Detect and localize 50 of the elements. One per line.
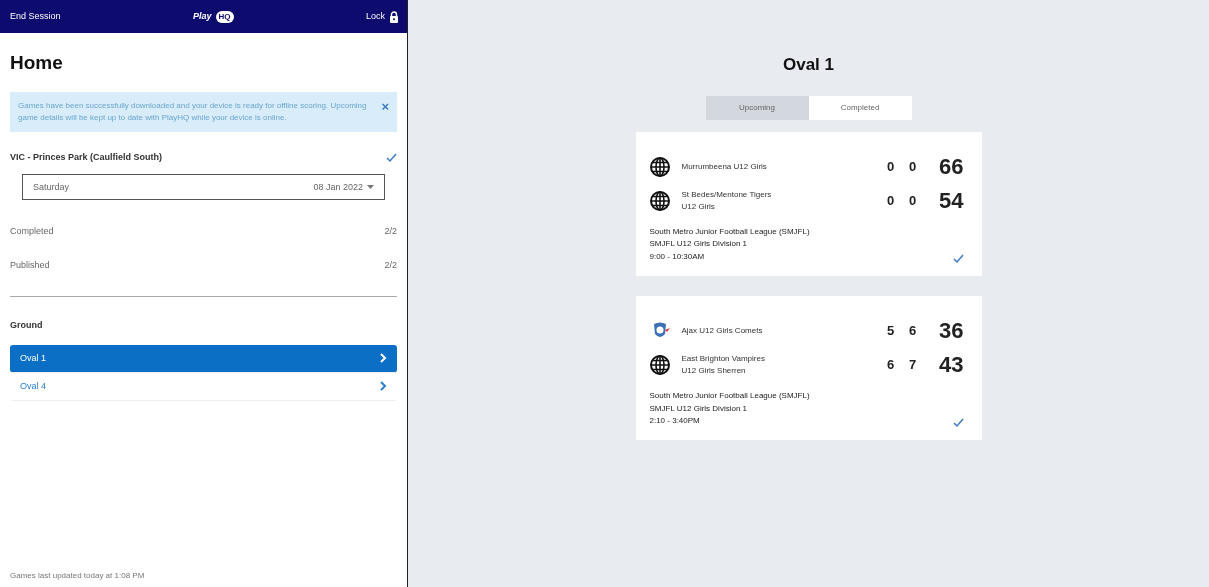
ground-title: Oval 1 bbox=[782, 54, 834, 76]
goals-score: 0 bbox=[885, 191, 896, 210]
chevron-icon bbox=[379, 353, 387, 364]
last-updated-text: Games last updated today at 1:08 PM bbox=[9, 570, 146, 582]
game-card[interactable]: Ajax U12 Girls Comets 5 6 36 East Brighton Vampires U12 Girls Sherren 6 7 43 South Metro Junior Football League (SMJFL) SMJFL U12 Girls Division 1 2:10 - 3:40PM bbox=[635, 295, 982, 441]
lock-icon bbox=[389, 10, 399, 23]
globe-icon bbox=[649, 156, 670, 177]
globe-icon bbox=[649, 354, 670, 375]
league-name: South Metro Junior Football League (SMJFL) bbox=[649, 225, 810, 238]
tab[interactable]: Upcoming bbox=[705, 95, 809, 120]
behinds-score: 6 bbox=[907, 322, 918, 341]
ground-heading: Ground bbox=[9, 319, 44, 333]
logo: Play HQ bbox=[193, 9, 234, 24]
stat-label: Published bbox=[10, 258, 50, 272]
team-name: East Brighton Vampires U12 Girls Sherren bbox=[681, 352, 766, 377]
total-score: 43 bbox=[938, 351, 964, 380]
goals-score: 6 bbox=[885, 356, 896, 375]
behinds-score: 0 bbox=[907, 157, 918, 176]
close-button[interactable]: × bbox=[381, 99, 389, 113]
game-time: 9:00 - 10:30AM bbox=[649, 251, 706, 264]
division-name: SMJFL U12 Girls Division 1 bbox=[649, 402, 748, 415]
goals-score: 5 bbox=[885, 322, 896, 341]
team-name: Murrumbeena U12 Girls bbox=[681, 160, 768, 173]
total-score: 66 bbox=[938, 153, 964, 181]
total-score: 54 bbox=[938, 187, 964, 215]
game-card[interactable]: Murrumbeena U12 Girls 0 0 66 St Bedes/Mentone Tigers U12 Girls 0 0 54 South Metro Junior Football League (SMJFL) SMJFL U12 Girls Division 1 9:00 - 10:30AM bbox=[635, 131, 982, 276]
team-name: St Bedes/Mentone Tigers U12 Girls bbox=[681, 188, 773, 213]
stat-value: 2/2 bbox=[384, 258, 397, 272]
chevron-icon bbox=[379, 381, 387, 392]
game-time: 2:10 - 3:40PM bbox=[649, 415, 701, 428]
caret-icon bbox=[367, 184, 374, 190]
date-select[interactable]: Saturday 08 Jan 2022 bbox=[22, 174, 385, 201]
ground-item[interactable]: Oval 1 bbox=[10, 344, 397, 373]
total-score: 36 bbox=[938, 317, 964, 346]
alert-message: Games have been successfully downloaded and your device is ready for offline scoring. Upcoming game details will be kept up to date with PlayHQ while your device is online. bbox=[18, 99, 368, 124]
league-name: South Metro Junior Football League (SMJFL) bbox=[649, 389, 810, 402]
page-title: Home bbox=[9, 51, 64, 75]
behinds-score: 7 bbox=[907, 356, 918, 375]
end-session-link[interactable]: End Session bbox=[10, 9, 61, 24]
behinds-score: 0 bbox=[907, 191, 918, 210]
division-name: SMJFL U12 Girls Division 1 bbox=[649, 238, 748, 251]
tab[interactable]: Completed bbox=[808, 95, 912, 120]
lock-button[interactable]: Lock bbox=[365, 9, 399, 24]
venue-name: VIC - Princes Park (Caulfield South) bbox=[10, 150, 163, 164]
stat-label: Completed bbox=[10, 224, 54, 238]
stat-value: 2/2 bbox=[384, 224, 397, 238]
ground-item[interactable]: Oval 4 bbox=[10, 372, 397, 401]
goals-score: 0 bbox=[885, 157, 896, 176]
team-name: Ajax U12 Girls Comets bbox=[681, 324, 764, 337]
globe-icon bbox=[649, 190, 670, 211]
